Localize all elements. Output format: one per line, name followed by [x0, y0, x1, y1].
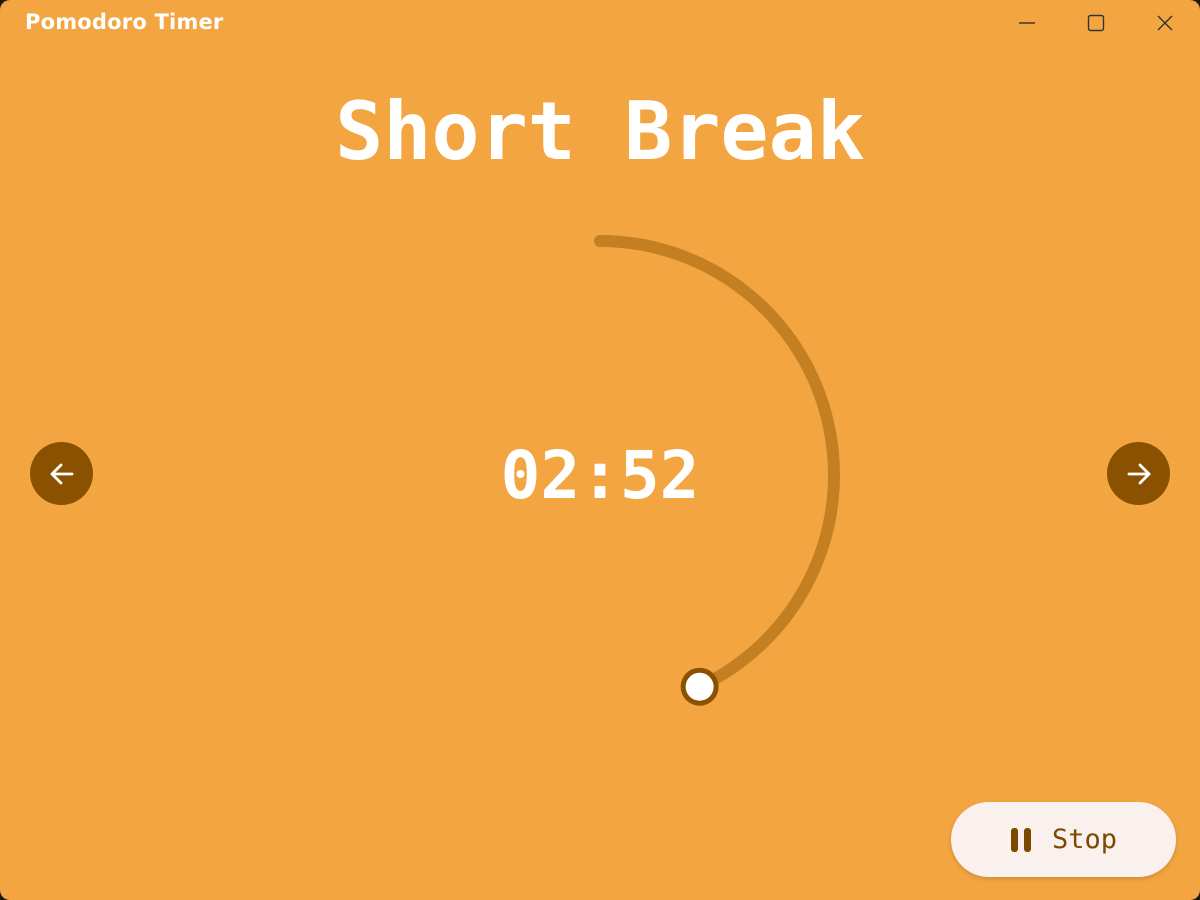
arrow-left-icon: [50, 463, 73, 484]
stop-button[interactable]: Stop: [951, 802, 1176, 877]
time-remaining: 02:52: [500, 437, 700, 514]
maximize-icon: [1087, 14, 1105, 32]
stop-button-label: Stop: [1051, 824, 1118, 855]
minimize-button[interactable]: [993, 0, 1061, 46]
next-mode-button[interactable]: [1107, 442, 1170, 505]
maximize-button[interactable]: [1062, 0, 1130, 46]
arrow-right-icon: [1127, 463, 1150, 484]
previous-mode-button[interactable]: [30, 442, 93, 505]
close-icon: [1157, 15, 1173, 31]
minimize-icon: [1019, 22, 1035, 24]
app-title: Pomodoro Timer: [25, 10, 224, 34]
timer-mode-title: Short Break: [335, 85, 865, 178]
progress-knob-center: [685, 672, 714, 701]
app-window: Pomodoro Timer Short Break 02:52 Stop: [0, 0, 1200, 900]
close-button[interactable]: [1131, 0, 1199, 46]
title-bar: Pomodoro Timer: [0, 0, 1200, 48]
pause-icon: [1010, 827, 1032, 852]
